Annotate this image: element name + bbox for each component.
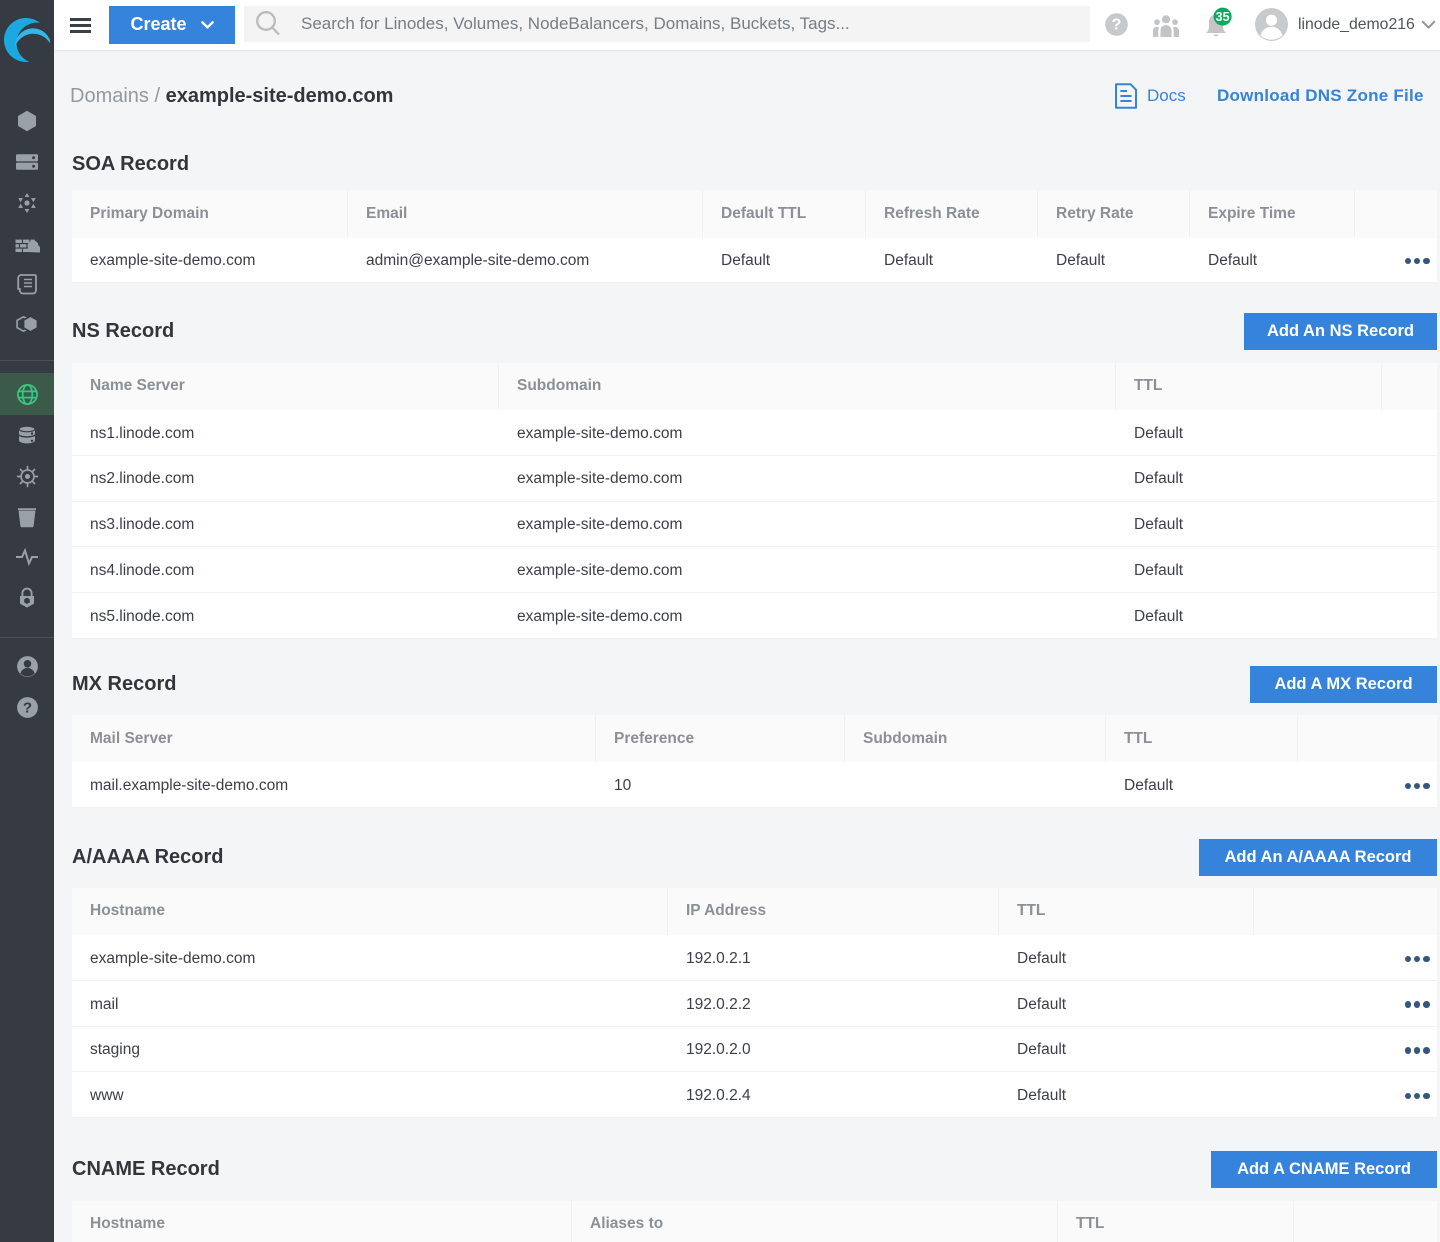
svg-text:?: ? bbox=[22, 700, 31, 717]
svg-text:35: 35 bbox=[1216, 10, 1230, 24]
svg-text:?: ? bbox=[1112, 17, 1122, 34]
